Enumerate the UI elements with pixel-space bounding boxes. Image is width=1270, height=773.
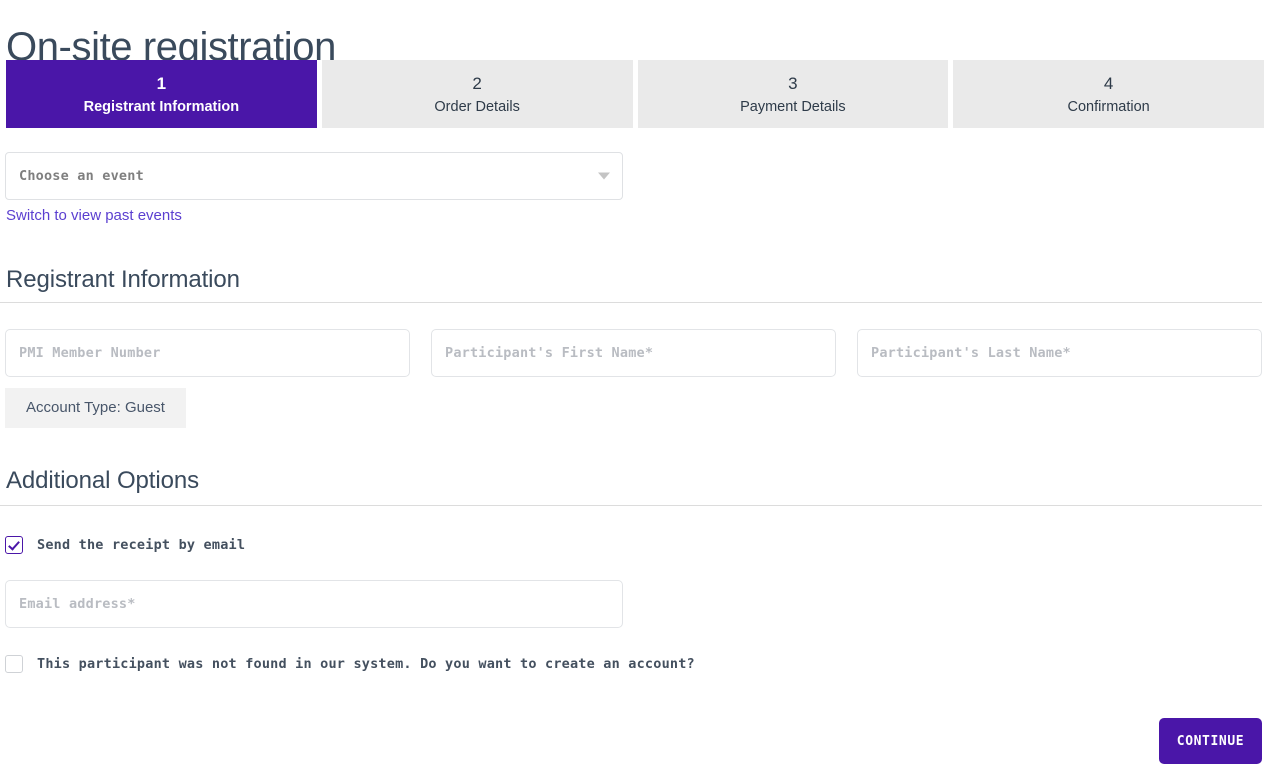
section-divider — [0, 302, 1262, 303]
step-tab-order-details[interactable]: 2 Order Details — [321, 60, 633, 128]
step-tab-registrant-information[interactable]: 1 Registrant Information — [6, 60, 317, 128]
step-tab-payment-details[interactable]: 3 Payment Details — [637, 60, 949, 128]
pmi-member-number-input[interactable] — [5, 329, 410, 377]
section-divider — [0, 505, 1262, 506]
step-number: 3 — [788, 73, 798, 93]
event-select-value: Choose an event — [19, 168, 144, 184]
last-name-input[interactable] — [857, 329, 1262, 377]
step-tab-confirmation[interactable]: 4 Confirmation — [953, 60, 1264, 128]
step-label: Payment Details — [740, 98, 846, 115]
send-receipt-checkbox[interactable] — [5, 536, 23, 554]
send-receipt-row: Send the receipt by email — [5, 536, 245, 554]
section-heading-registrant-information: Registrant Information — [6, 266, 240, 293]
first-name-input[interactable] — [431, 329, 836, 377]
create-account-row: This participant was not found in our sy… — [5, 655, 695, 673]
step-label: Confirmation — [1067, 98, 1150, 115]
switch-past-events-link[interactable]: Switch to view past events — [6, 205, 182, 226]
section-heading-additional-options: Additional Options — [6, 467, 199, 494]
step-label: Registrant Information — [83, 98, 240, 115]
chevron-down-icon — [598, 172, 610, 180]
email-address-input[interactable] — [5, 580, 623, 628]
account-type-badge: Account Type: Guest — [5, 388, 186, 428]
step-label: Order Details — [434, 98, 520, 115]
registration-page: On-site registration 1 Registrant Inform… — [0, 0, 1270, 773]
step-number: 2 — [472, 73, 482, 93]
continue-button[interactable]: CONTINUE — [1159, 718, 1262, 764]
stepper: 1 Registrant Information 2 Order Details… — [6, 60, 1264, 128]
step-number: 1 — [156, 73, 167, 93]
create-account-label: This participant was not found in our sy… — [37, 656, 695, 672]
step-number: 4 — [1103, 73, 1114, 93]
send-receipt-label: Send the receipt by email — [37, 537, 246, 553]
create-account-checkbox[interactable] — [5, 655, 23, 673]
event-select[interactable]: Choose an event — [5, 152, 623, 200]
